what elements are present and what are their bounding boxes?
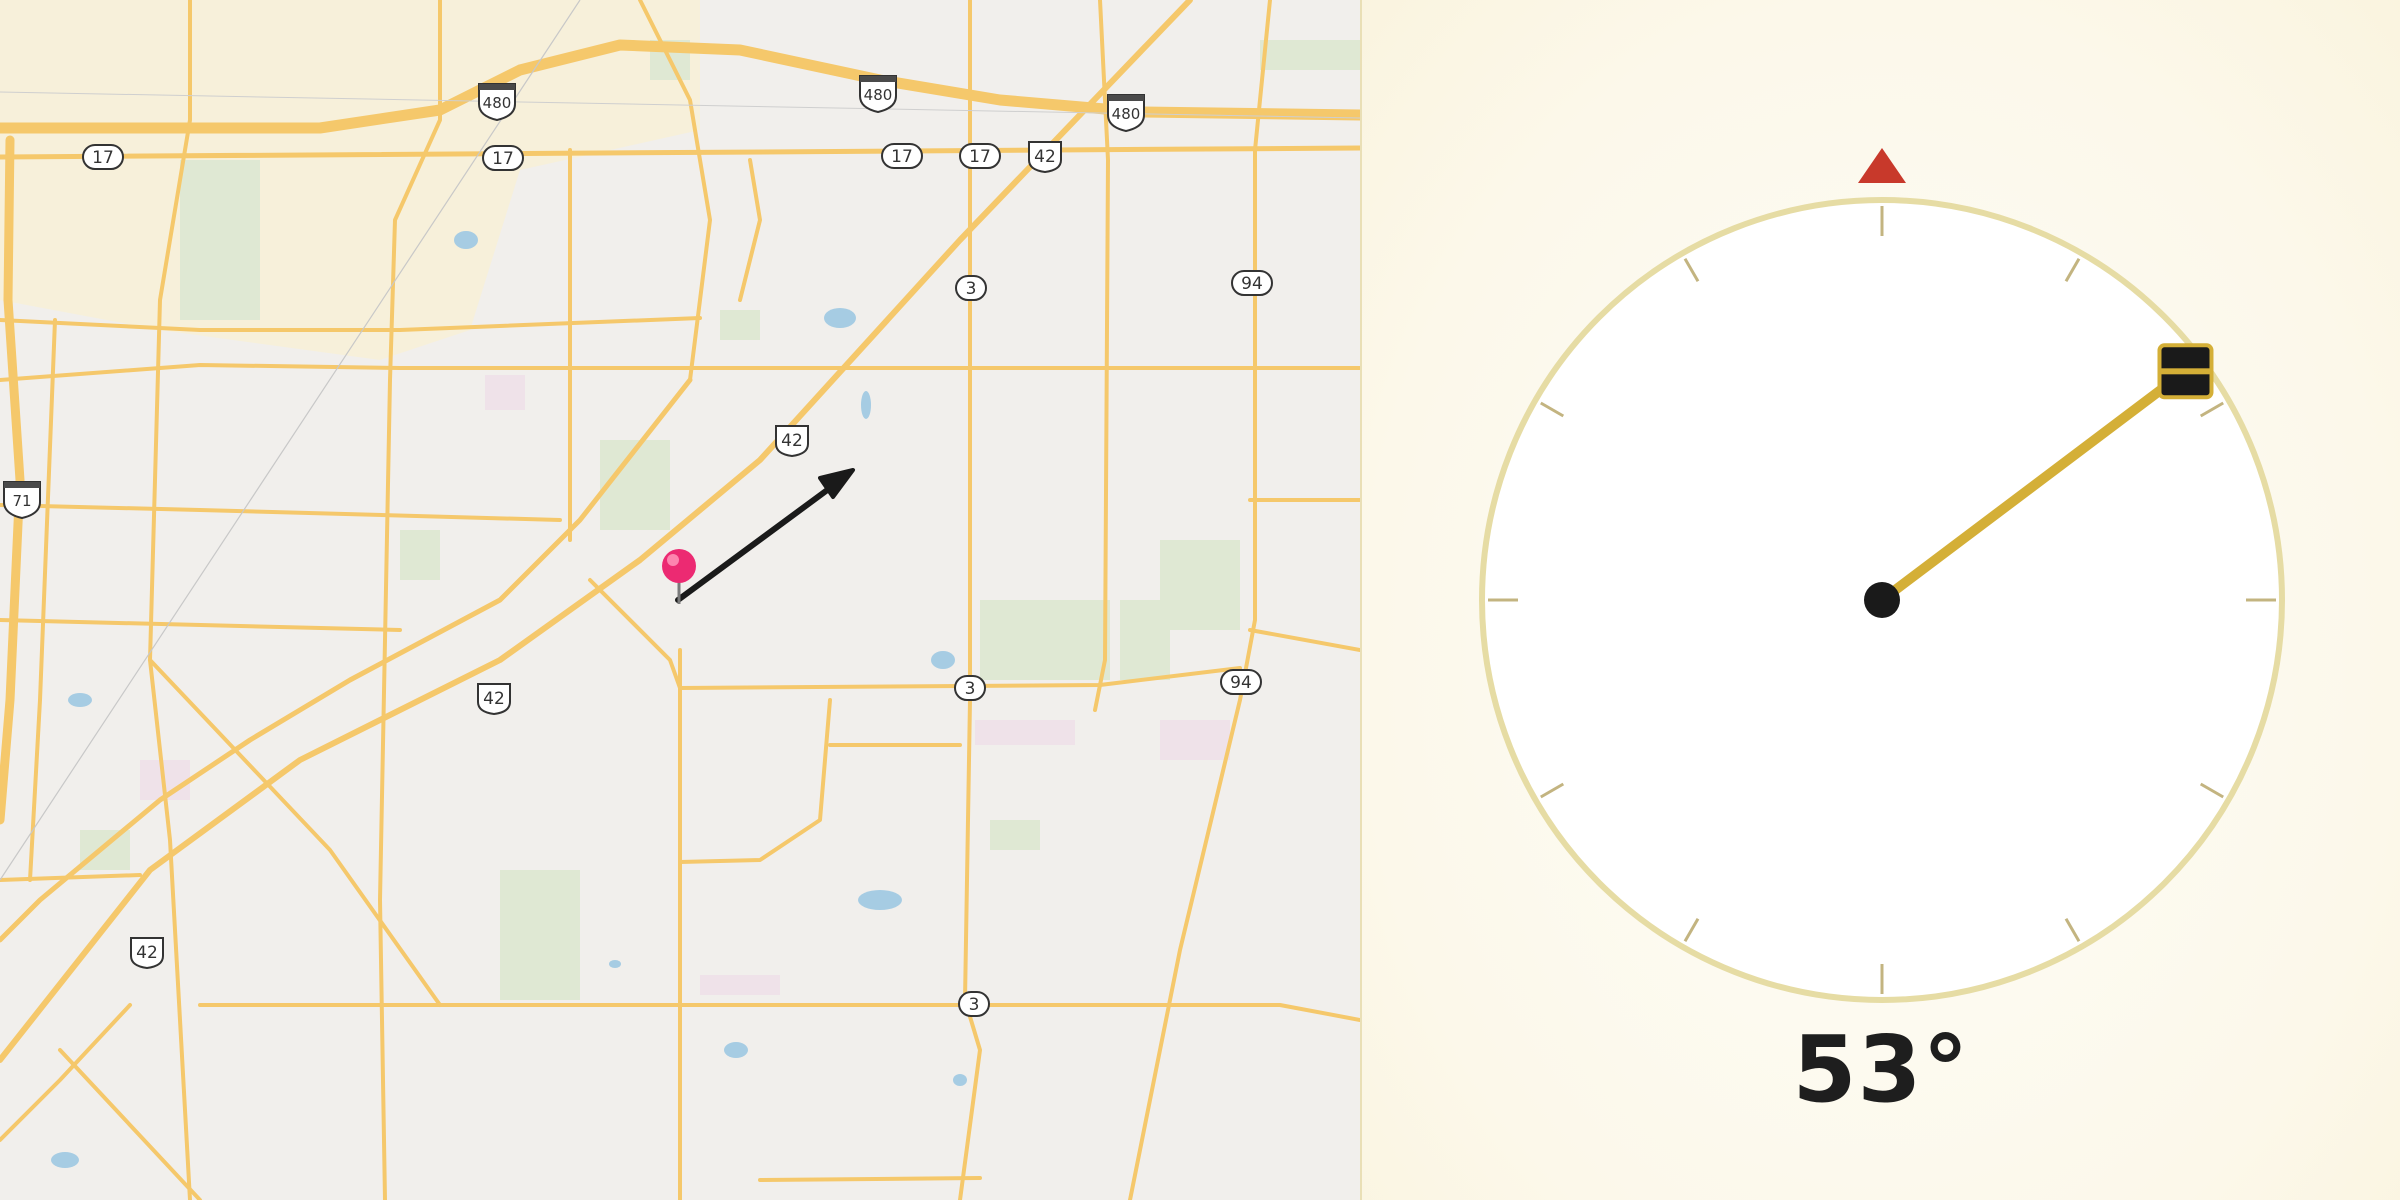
route-number: 480 xyxy=(483,94,512,112)
route-shield-state-94: 94 xyxy=(1231,270,1273,296)
route-number: 3 xyxy=(966,279,977,299)
route-number: 17 xyxy=(492,149,514,169)
route-number: 42 xyxy=(1034,147,1056,167)
route-number: 71 xyxy=(12,492,31,510)
route-shield-interstate-480: 480 xyxy=(1107,94,1145,133)
route-shield-state-3: 3 xyxy=(958,991,990,1017)
route-number: 17 xyxy=(969,147,991,167)
street-map[interactable]: 480 480 480 71 17 17 17 17 42 42 42 42 3 3 3 94 94 xyxy=(0,0,1360,1200)
heading-readout: 53° xyxy=(1792,1016,1970,1123)
route-shield-interstate-480: 480 xyxy=(478,83,516,122)
compass-hub xyxy=(1864,582,1900,618)
route-shield-us-42: 42 xyxy=(775,425,809,458)
route-shield-state-3: 3 xyxy=(954,675,986,701)
needle-handle[interactable] xyxy=(2157,343,2214,400)
route-shield-us-42: 42 xyxy=(130,937,164,970)
route-shield-state-17: 17 xyxy=(881,143,923,169)
route-number: 94 xyxy=(1230,673,1252,693)
route-number: 17 xyxy=(92,148,114,168)
compass-panel: 53° xyxy=(1362,0,2400,1200)
route-shield-state-3: 3 xyxy=(955,275,987,301)
route-number: 17 xyxy=(891,147,913,167)
route-number: 42 xyxy=(483,689,505,709)
route-shield-state-17: 17 xyxy=(82,144,124,170)
route-number: 42 xyxy=(136,943,158,963)
north-triangle-icon xyxy=(1858,148,1906,183)
route-shield-state-17: 17 xyxy=(482,145,524,171)
route-number: 94 xyxy=(1241,274,1263,294)
route-shield-state-17: 17 xyxy=(959,143,1001,169)
route-shield-state-94: 94 xyxy=(1220,669,1262,695)
route-shield-interstate-480: 480 xyxy=(859,75,897,114)
route-shield-interstate-71: 71 xyxy=(3,481,41,520)
map-panel[interactable]: 480 480 480 71 17 17 17 17 42 42 42 42 3 3 3 94 94 xyxy=(0,0,1362,1200)
route-number: 480 xyxy=(864,86,893,104)
route-number: 3 xyxy=(965,679,976,699)
route-number: 480 xyxy=(1112,105,1141,123)
route-shield-us-42: 42 xyxy=(1028,141,1062,174)
route-number: 3 xyxy=(969,995,980,1015)
route-shield-us-42: 42 xyxy=(477,683,511,716)
route-number: 42 xyxy=(781,431,803,451)
